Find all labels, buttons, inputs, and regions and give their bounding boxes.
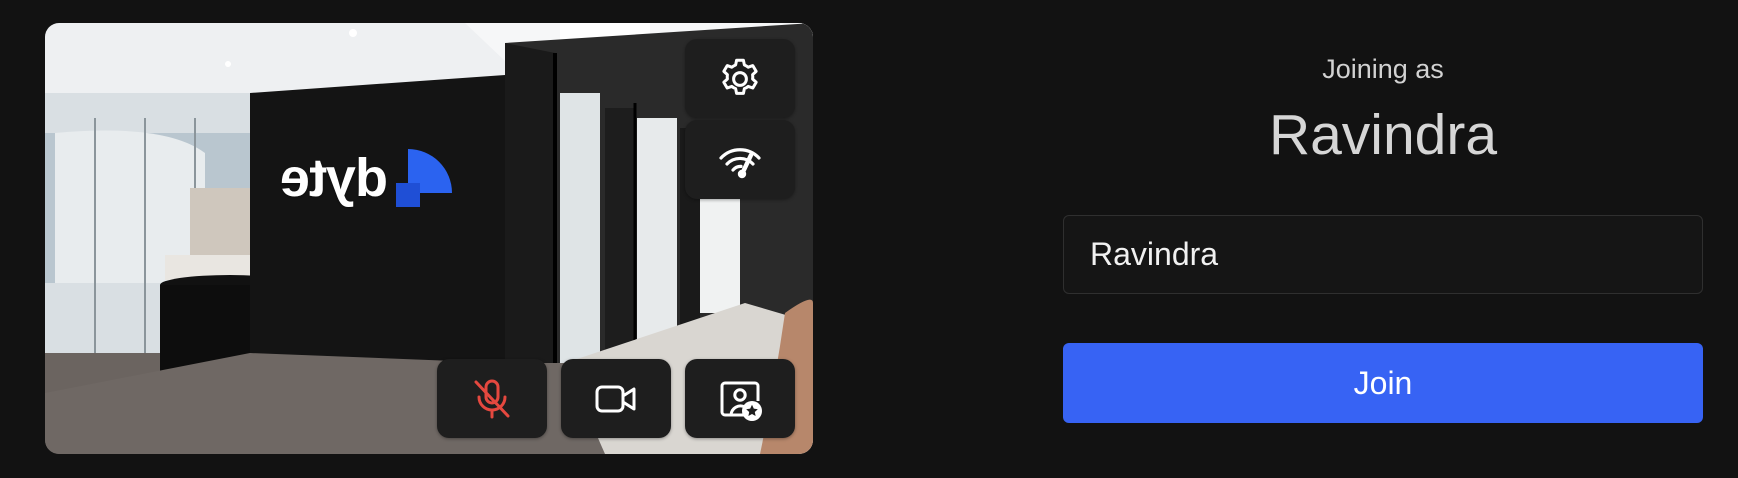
network-quality-button[interactable] [685, 120, 795, 199]
network-quality-icon [719, 147, 761, 178]
settings-button[interactable] [685, 39, 795, 118]
video-effects-button[interactable] [685, 359, 795, 438]
join-button[interactable]: Join [1063, 343, 1703, 423]
name-input[interactable] [1063, 215, 1703, 294]
gear-icon [722, 58, 758, 95]
joining-as-label: Joining as [1322, 54, 1444, 84]
dyte-logo-text: dyte [281, 148, 389, 208]
mic-off-icon [474, 379, 510, 418]
video-camera-icon [595, 385, 636, 412]
microphone-toggle-button[interactable] [437, 359, 547, 438]
dyte-logo: dyte [281, 147, 454, 209]
user-star-icon [720, 381, 762, 421]
setup-screen: dyte Joining as Ravindra Ravindra Join [0, 0, 1738, 478]
dyte-logo-mark [396, 149, 453, 207]
camera-toggle-button[interactable] [561, 359, 671, 438]
participant-display-name: Ravindra [1268, 103, 1498, 167]
